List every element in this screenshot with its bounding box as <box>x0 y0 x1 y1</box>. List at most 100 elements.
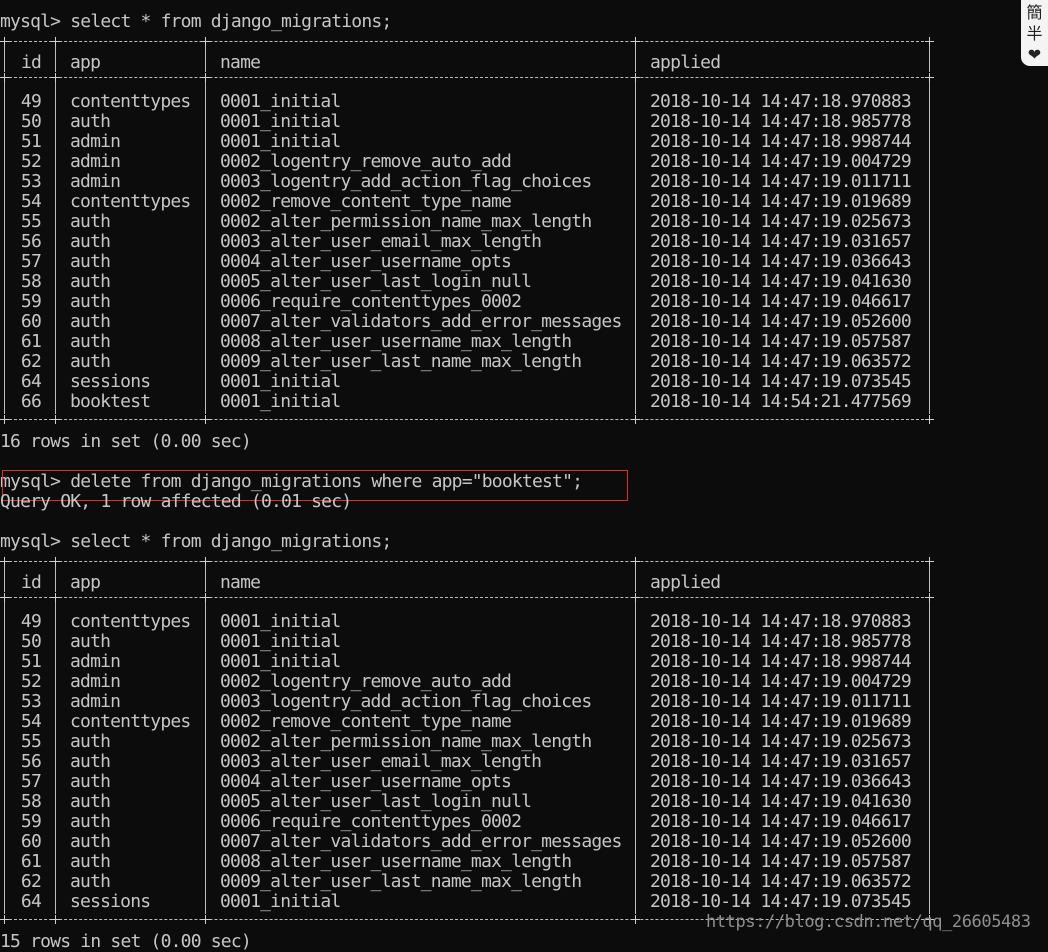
column-header-app: app <box>70 52 101 73</box>
ime-mode-halfwidth[interactable]: 半 <box>1026 23 1042 44</box>
cell-app: auth <box>70 751 111 772</box>
table-row: 52 admin 0002_logentry_remove_auto_add 2018… <box>0 672 1000 692</box>
query-1-prompt: mysql> select * from django_migrations; <box>0 11 392 32</box>
cell-applied: 2018-10-14 14:47:19.057587 <box>650 851 912 872</box>
cell-app: admin <box>70 151 121 172</box>
table-border-line <box>4 419 929 420</box>
cell-applied: 2018-10-14 14:47:19.004729 <box>650 671 912 692</box>
cell-app: auth <box>70 851 111 872</box>
cell-id: 58 <box>20 791 42 812</box>
table-border-line <box>4 41 929 42</box>
table-corner-mark <box>201 915 210 924</box>
cell-app: booktest <box>70 391 151 412</box>
cell-applied: 2018-10-14 14:47:19.073545 <box>650 371 912 392</box>
table-corner-mark <box>0 557 9 566</box>
column-header-applied: applied <box>650 572 721 593</box>
heart-icon[interactable]: ❤ <box>1028 44 1041 65</box>
table-row: 50 auth 0001_initial 2018-10-14 14:47:18.98… <box>0 112 1000 132</box>
cell-app: auth <box>70 291 111 312</box>
column-header-id: id <box>21 572 42 593</box>
cell-id: 53 <box>20 171 42 192</box>
table-corner-mark <box>51 73 60 82</box>
cell-name: 0003_logentry_add_action_flag_choices <box>220 171 592 192</box>
cell-applied: 2018-10-14 14:54:21.477569 <box>650 391 912 412</box>
cell-name: 0005_alter_user_last_login_null <box>220 271 532 292</box>
table-corner-mark <box>631 37 640 46</box>
cell-id: 59 <box>20 811 42 832</box>
cell-app: auth <box>70 271 111 292</box>
table-header-row: id app name applied <box>0 53 1000 73</box>
cell-id: 52 <box>20 671 42 692</box>
table-row: 61 auth 0008_alter_user_username_max_lengt… <box>0 852 1000 872</box>
cell-id: 51 <box>20 651 42 672</box>
table-corner-mark <box>0 593 9 602</box>
cell-applied: 2018-10-14 14:47:19.011711 <box>650 171 912 192</box>
ime-mode-traditional[interactable]: 簡 <box>1026 2 1042 23</box>
cell-applied: 2018-10-14 14:47:19.025673 <box>650 731 912 752</box>
cell-app: auth <box>70 731 111 752</box>
cell-app: auth <box>70 111 111 132</box>
cell-applied: 2018-10-14 14:47:19.063572 <box>650 351 912 372</box>
table-corner-mark <box>631 915 640 924</box>
cell-name: 0002_alter_permission_name_max_length <box>220 211 592 232</box>
table-corner-mark <box>631 593 640 602</box>
column-header-name: name <box>220 52 261 73</box>
cell-app: admin <box>70 131 121 152</box>
cell-id: 61 <box>20 851 42 872</box>
table-border-line <box>4 77 929 78</box>
table-corner-mark <box>925 415 934 424</box>
table-row: 66 booktest 0001_initial 2018-10-14 14:54:2… <box>0 392 1000 412</box>
cell-name: 0001_initial <box>220 91 341 112</box>
table-row: 60 auth 0007_alter_validators_add_error_me… <box>0 312 1000 332</box>
cell-applied: 2018-10-14 14:47:19.031657 <box>650 231 912 252</box>
table-row: 51 admin 0001_initial 2018-10-14 14:47:18.9… <box>0 132 1000 152</box>
table-corner-mark <box>51 915 60 924</box>
cell-name: 0008_alter_user_username_max_length <box>220 851 572 872</box>
table-row: 55 auth 0002_alter_permission_name_max_len… <box>0 732 1000 752</box>
cell-id: 56 <box>20 751 42 772</box>
cell-id: 50 <box>20 111 42 132</box>
result-2-footer: 15 rows in set (0.00 sec) <box>0 931 252 952</box>
result-1-footer: 16 rows in set (0.00 sec) <box>0 431 252 452</box>
table-row: 49 contenttypes 0001_initial 2018-10-14 14:… <box>0 92 1000 112</box>
column-header-applied: applied <box>650 52 721 73</box>
table-corner-mark <box>0 415 9 424</box>
cell-name: 0009_alter_user_last_name_max_length <box>220 351 582 372</box>
table-row: 62 auth 0009_alter_user_last_name_max_leng… <box>0 352 1000 372</box>
table-row: 54 contenttypes 0002_remove_content_type_n… <box>0 712 1000 732</box>
cell-app: admin <box>70 671 121 692</box>
cell-app: admin <box>70 691 121 712</box>
cell-app: auth <box>70 331 111 352</box>
cell-id: 57 <box>20 251 42 272</box>
cell-id: 62 <box>20 871 42 892</box>
ime-toolbar[interactable]: 簡 半 ❤ <box>1021 0 1048 66</box>
cell-name: 0001_initial <box>220 631 341 652</box>
cell-applied: 2018-10-14 14:47:19.046617 <box>650 291 912 312</box>
cell-name: 0002_logentry_remove_auto_add <box>220 671 512 692</box>
table-row: 49 contenttypes 0001_initial 2018-10-14 14:… <box>0 612 1000 632</box>
table-row: 60 auth 0007_alter_validators_add_error_me… <box>0 832 1000 852</box>
table-row: 55 auth 0002_alter_permission_name_max_len… <box>0 212 1000 232</box>
cell-name: 0008_alter_user_username_max_length <box>220 331 572 352</box>
cell-app: auth <box>70 871 111 892</box>
cell-applied: 2018-10-14 14:47:19.057587 <box>650 331 912 352</box>
column-header-name: name <box>220 572 261 593</box>
cell-app: auth <box>70 251 111 272</box>
cell-applied: 2018-10-14 14:47:19.025673 <box>650 211 912 232</box>
cell-applied: 2018-10-14 14:47:19.041630 <box>650 791 912 812</box>
cell-name: 0007_alter_validators_add_error_messages <box>220 311 622 332</box>
table-row: 62 auth 0009_alter_user_last_name_max_leng… <box>0 872 1000 892</box>
cell-name: 0002_alter_permission_name_max_length <box>220 731 592 752</box>
cell-id: 53 <box>20 691 42 712</box>
cell-id: 56 <box>20 231 42 252</box>
cell-name: 0006_require_contenttypes_0002 <box>220 811 522 832</box>
cell-id: 54 <box>20 191 42 212</box>
table-corner-mark <box>925 73 934 82</box>
cell-id: 64 <box>20 371 42 392</box>
terminal-window[interactable]: mysql> select * from django_migrations; … <box>0 0 1048 952</box>
table-corner-mark <box>51 37 60 46</box>
query-2-prompt: mysql> select * from django_migrations; <box>0 531 392 552</box>
cell-applied: 2018-10-14 14:47:18.970883 <box>650 611 912 632</box>
cell-applied: 2018-10-14 14:47:19.011711 <box>650 691 912 712</box>
cell-applied: 2018-10-14 14:47:19.004729 <box>650 151 912 172</box>
